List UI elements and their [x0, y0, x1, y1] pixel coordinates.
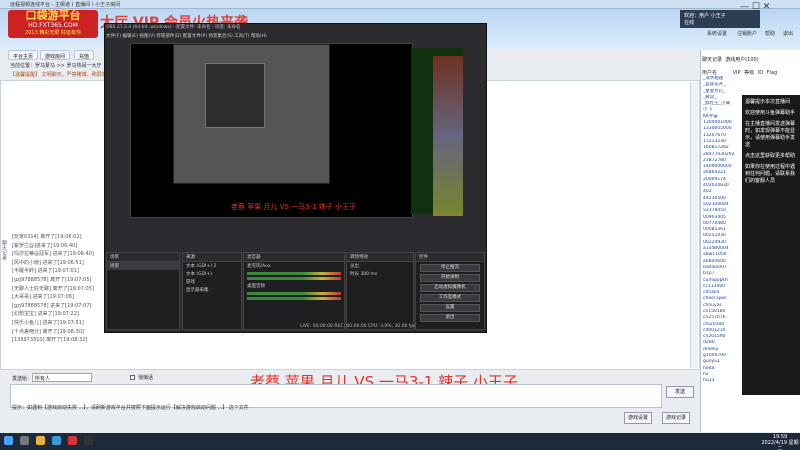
scenes-header: 场景 [107, 253, 179, 262]
audio-meter [247, 292, 341, 295]
help-button[interactable]: 帮助 [765, 30, 775, 37]
browser-icon[interactable] [52, 436, 61, 445]
send-button[interactable]: 发送 [666, 386, 694, 398]
chat-scrollbar[interactable] [690, 82, 698, 368]
logo-title: 口袋游平台 [25, 9, 81, 22]
send-target-select[interactable]: 所有人 [32, 373, 92, 382]
title-bar: 远程视频连线平台 - 主频道 ( 直播间 ) 小王子房间 [0, 0, 800, 9]
event-item: [gzj97888578] 进来了[19:07:07] [12, 302, 92, 309]
duration-row: 时长 300 ms [347, 270, 413, 278]
stop-streaming-button[interactable]: 停止推流 [420, 264, 480, 272]
obs-status-bar: LIVE: 00:00:00 REC: 00:00:00 CPU: 3.0%, … [300, 324, 416, 329]
virtual-camera-button[interactable]: 启动虚拟摄像机 [420, 284, 480, 292]
tab-chat-log[interactable]: 聊天记录 [702, 57, 722, 63]
platform-logo: 口袋游平台 HD.FXT365.COM 2013 精彩无限 好运有你 [8, 10, 98, 38]
event-item: [快乐小鱼儿] 进来了[19:07:51] [12, 319, 84, 326]
game-settings-button[interactable]: 游戏设置 [624, 412, 652, 424]
logout-button[interactable]: 注销账户 [737, 30, 757, 37]
source-item[interactable]: 文本 (GDI+) 2 [183, 262, 241, 270]
breadcrumb: 当前位置：罗马蒙马 >> 罗马热闹一大厅 [10, 63, 102, 69]
ad-line: 在主播直播间发送弹幕时，如发现弹幕不能显示，请使用弹幕助手发送 [745, 121, 796, 148]
obs-transitions-panel[interactable]: 转场特效 淡出 时长 300 ms [346, 252, 414, 330]
user-panel[interactable]: 欢迎：用户 小王子 在线 [680, 10, 760, 28]
col-flag: Flag [766, 70, 778, 76]
tab-users[interactable]: 游戏用户(100) [725, 57, 758, 63]
event-item: [无聊人士好无聊] 离开了[19:07:05] [12, 285, 94, 292]
duration-value[interactable]: 300 ms [360, 272, 377, 277]
tip-text: 提示：如遇到【游戏启动失败 ...】，请刷新游戏平台并按照下面提示运行【解决游戏… [12, 405, 249, 411]
search-icon[interactable] [20, 436, 29, 445]
logo-slogan: 2013 精彩无限 好运有你 [25, 30, 81, 36]
source-item[interactable]: 显示器采集 [183, 286, 241, 294]
right-tabs: 聊天记录 游戏用户(100) [702, 56, 759, 63]
event-item: [135973310] 离开了[19:08:32] [12, 337, 88, 344]
col-id: ID [757, 70, 764, 76]
ad-panel: 温馨提示本次直播间 欢迎使用斗鱼弹幕助手 在主播直播间发送弹幕时，如发现弹幕不能… [742, 95, 800, 395]
scene-item[interactable]: 场景 [107, 262, 179, 270]
event-item: [幻想宝宝] 进来了[19:07:22] [12, 311, 79, 318]
ad-line: 如果你在使用过程中遇到任何问题，请联系我们的客服人员 [745, 164, 796, 184]
start-recording-button[interactable]: 开始录制 [420, 274, 480, 282]
game-records-button[interactable]: 游戏记录 [662, 412, 690, 424]
obs-title: OBS 27.2.4 (64-bit, windows) - 配置文件: 未命名… [106, 25, 241, 30]
user-list-header: 用户名 VIP 等级 ID Flag [702, 69, 777, 76]
obs-controls-panel[interactable]: 控件 停止推流 开始录制 启动虚拟摄像机 工作室模式 设置 退出 [415, 252, 485, 330]
event-item: [半醒半醉] 进来了[19:07:01] [12, 268, 79, 275]
game-app-icon[interactable] [68, 436, 77, 445]
send-to-label: 发送给： [12, 376, 33, 382]
ad-line: 温馨提示本次直播间 [745, 99, 791, 105]
transition-select[interactable]: 淡出 [347, 262, 413, 270]
event-item: [大哥哥] 进来了[19:07:06] [12, 294, 74, 301]
event-item: [风中的小雨] 进来了[19:06:51] [12, 259, 84, 266]
event-item: [紫罗兰@]进来了[19:06:40] [12, 242, 78, 249]
nav-rooms-button[interactable]: 游戏房间 [40, 50, 71, 60]
audio-meter [247, 297, 341, 300]
ad-line: 点击这里获取更多帮助 [745, 153, 796, 159]
event-item: [十点差两分] 离开了[19:08:30] [12, 328, 84, 335]
transitions-header: 转场特效 [347, 253, 413, 262]
obs-scenes-panel[interactable]: 场景 场景 [106, 252, 180, 330]
controls-header: 控件 [416, 253, 484, 262]
source-item[interactable]: 游戏 [183, 278, 241, 286]
mixer-track-label: 麦克风/Aux [247, 264, 271, 269]
mixer-track-label: 桌面音频 [247, 284, 265, 289]
nav-home-button[interactable]: 平台主页 [8, 50, 39, 60]
nested-preview-inner [205, 63, 265, 128]
mixer-header: 混音器 [244, 253, 344, 262]
ad-line: 欢迎使用斗鱼弹幕助手 [745, 110, 796, 116]
audio-meter [247, 277, 341, 280]
chat-side-label: 聊天记录 [1, 240, 7, 260]
event-item: [玩家0314] 离开了[19:06:02] [12, 234, 82, 240]
whisper-checkbox[interactable] [130, 375, 135, 380]
user-greeting: 欢迎：用户 小王子 [684, 13, 726, 19]
obs-app-icon[interactable] [84, 436, 93, 445]
logo-url: HD.FXT365.COM [28, 22, 78, 29]
whisper-label: 悄悄话 [138, 375, 154, 381]
sources-header: 来源 [183, 253, 241, 262]
audio-meter [247, 272, 341, 275]
obs-mixer-panel[interactable]: 混音器 麦克风/Aux 桌面音频 [243, 252, 345, 330]
nav-recharge-button[interactable]: 充值 [74, 50, 95, 60]
obs-menubar[interactable]: 文件(F) 编辑(E) 视图(V) 停靠部件(D) 配置文件(P) 场景集合(S… [106, 33, 267, 39]
event-item: [玛莎拉蒂@冠军] 进来了[19:06:40] [12, 251, 94, 258]
folder-icon[interactable] [36, 436, 45, 445]
obs-settings-button[interactable]: 设置 [420, 304, 480, 312]
nested-ad-strip [433, 56, 463, 216]
obs-exit-button[interactable]: 退出 [420, 314, 480, 322]
event-item: [gzj97888578] 离开了[19:07:05] [12, 276, 92, 283]
obs-sources-panel[interactable]: 来源 文本 (GDI+) 2 文本 (GDI+) 游戏 显示器采集 [182, 252, 242, 330]
window-title: 远程视频连线平台 - 主频道 ( 直播间 ) 小王子房间 [10, 2, 121, 8]
source-item[interactable]: 文本 (GDI+) [183, 270, 241, 278]
system-settings-button[interactable]: 系统设置 [707, 30, 727, 37]
clock-date: 2022/4/19 星期二 [761, 440, 799, 450]
windows-start-icon[interactable] [4, 436, 13, 445]
studio-mode-button[interactable]: 工作室模式 [420, 294, 480, 302]
event-list: [玩家0314] 离开了[19:06:02] [紫罗兰@]进来了[19:06:40… [12, 233, 94, 345]
exit-button[interactable]: 退出 [783, 30, 793, 37]
system-clock[interactable]: 19:59 2022/4/19 星期二 [760, 434, 800, 450]
taskbar [0, 433, 800, 450]
obs-overlay-text: 老蔡 苹果 月儿 VS 一马3-1 辣子 小王子 [231, 203, 357, 211]
user-status: 在线 [684, 20, 695, 26]
duration-label: 时长 [350, 272, 359, 277]
